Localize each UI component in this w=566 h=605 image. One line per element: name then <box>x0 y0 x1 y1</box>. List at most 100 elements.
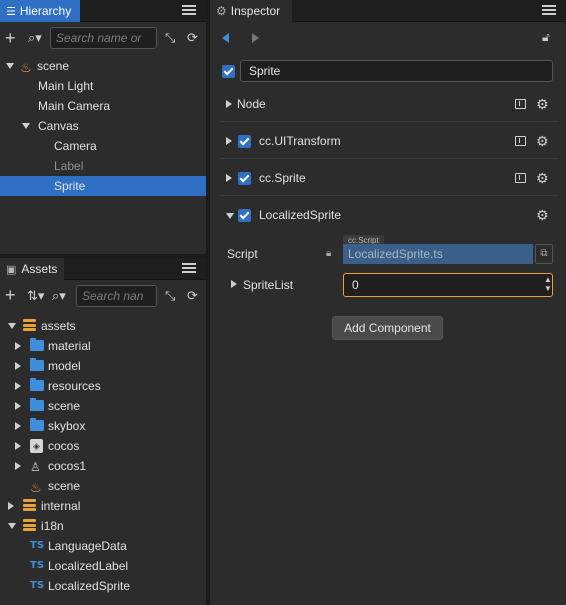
asset-item[interactable]: assets <box>0 316 206 336</box>
help-book-icon[interactable] <box>515 173 526 183</box>
asset-item[interactable]: ◈ cocos <box>0 436 206 456</box>
chevron-right-icon[interactable] <box>15 422 21 430</box>
hierarchy-tree: ♨ scene Main Light Main Camera Canvas Camera L… <box>0 56 206 256</box>
inspector-tab[interactable]: ⚙ Inspector <box>210 0 292 22</box>
component-header[interactable]: LocalizedSprite ⚙ <box>220 197 558 233</box>
hierarchy-node[interactable]: Camera <box>0 136 206 156</box>
inspector-menu-icon[interactable] <box>542 3 556 17</box>
gear-icon[interactable]: ⚙ <box>536 97 549 111</box>
chevron-right-icon[interactable] <box>15 402 21 410</box>
component-enable-checkbox[interactable] <box>238 135 251 148</box>
gear-icon[interactable]: ⚙ <box>536 208 549 222</box>
asset-item[interactable]: material <box>0 336 206 356</box>
chevron-right-icon[interactable] <box>226 137 232 145</box>
component-title: Node <box>237 97 266 111</box>
component-title: LocalizedSprite <box>259 208 342 222</box>
chevron-right-icon[interactable] <box>15 362 21 370</box>
chevron-down-icon[interactable] <box>6 63 14 69</box>
asset-item[interactable]: i18n <box>0 516 206 536</box>
add-icon[interactable]: + <box>5 29 16 47</box>
chevron-right-icon[interactable] <box>226 100 232 108</box>
chevron-down-icon[interactable] <box>8 323 16 329</box>
hierarchy-node[interactable]: Main Camera <box>0 96 206 116</box>
search-icon[interactable]: ⌕▾ <box>28 30 42 46</box>
chevron-right-icon[interactable] <box>15 382 21 390</box>
hierarchy-menu-icon[interactable] <box>182 3 196 17</box>
help-book-icon[interactable] <box>515 136 526 146</box>
chevron-down-icon[interactable] <box>22 123 30 129</box>
asset-item-label: LanguageData <box>48 539 127 553</box>
database-icon <box>23 519 36 533</box>
asset-item[interactable]: ♙ cocos1 <box>0 456 206 476</box>
node-name-input[interactable]: Sprite <box>240 60 553 82</box>
chevron-right-icon[interactable] <box>226 174 232 182</box>
spritelist-expand-icon[interactable] <box>231 280 237 288</box>
asset-item[interactable]: model <box>0 356 206 376</box>
chevron-right-icon[interactable] <box>15 462 21 470</box>
asset-item[interactable]: scene <box>0 396 206 416</box>
gear-icon[interactable]: ⚙ <box>536 171 549 185</box>
asset-item[interactable]: TS LocalizedSprite <box>0 576 206 596</box>
node-active-checkbox[interactable] <box>222 65 235 78</box>
asset-item-label: scene <box>48 399 81 413</box>
component-header[interactable]: Node ⚙ <box>220 86 558 122</box>
script-field[interactable]: LocalizedSprite.ts <box>343 244 533 264</box>
folder-icon <box>30 418 44 431</box>
chevron-right-icon[interactable] <box>15 342 21 350</box>
component-header[interactable]: cc.Sprite ⚙ <box>220 160 558 196</box>
asset-item-label: internal <box>41 499 81 513</box>
asset-item[interactable]: TS LanguageData <box>0 536 206 556</box>
back-arrow-icon[interactable] <box>222 33 229 43</box>
inspector-tab-label: Inspector <box>230 4 281 18</box>
component-enable-checkbox[interactable] <box>238 209 251 222</box>
chevron-right-icon[interactable] <box>15 442 21 450</box>
hierarchy-node-label: Main Camera <box>38 99 111 113</box>
forward-arrow-icon[interactable] <box>252 33 259 43</box>
hierarchy-node[interactable]: Main Light <box>0 76 206 96</box>
refresh-icon[interactable]: ⟳ <box>187 288 198 304</box>
hierarchy-node[interactable]: Canvas <box>0 116 206 136</box>
asset-item[interactable]: skybox <box>0 416 206 436</box>
asset-item[interactable]: ♨ scene <box>0 476 206 496</box>
hierarchy-node[interactable]: Sprite <box>0 176 206 196</box>
hierarchy-node[interactable]: ♨ scene <box>0 56 206 76</box>
gear-icon[interactable]: ⚙ <box>536 134 549 148</box>
search-icon[interactable]: ⌕▾ <box>52 288 66 304</box>
asset-item-label: cocos1 <box>48 459 87 473</box>
hierarchy-node-label: Camera <box>54 139 97 153</box>
assets-menu-icon[interactable] <box>182 261 196 275</box>
add-icon[interactable]: + <box>5 286 16 304</box>
assets-tabbar: ▣ Assets <box>0 258 206 280</box>
stepper-icon[interactable]: ▲ ▼ <box>544 275 552 293</box>
unlock-icon[interactable]: 🔓︎ <box>542 30 550 45</box>
database-icon <box>23 319 36 333</box>
add-component-button[interactable]: Add Component <box>332 316 443 340</box>
hierarchy-tabbar: ☰ Hierarchy <box>0 0 206 22</box>
refresh-icon[interactable]: ⟳ <box>187 30 198 46</box>
spritelist-count-input[interactable]: 0 <box>343 273 553 297</box>
inspector-panel: ⚙ Inspector 🔓︎ Sprite Node ⚙ cc.UITransfor… <box>210 0 566 605</box>
script-locate-icon[interactable]: ⧉ <box>535 244 553 264</box>
hierarchy-node[interactable]: Label <box>0 156 206 176</box>
collapse-icon[interactable]: ⤡ <box>165 288 175 304</box>
asset-item[interactable]: internal <box>0 496 206 516</box>
assets-search-input[interactable]: Search nan <box>76 285 157 307</box>
collapse-icon[interactable]: ⤡ <box>165 30 175 46</box>
component-header[interactable]: cc.UITransform ⚙ <box>220 123 558 159</box>
hierarchy-toolbar: + ⌕▾ Search name or ⤡ ⟳ <box>0 23 206 53</box>
assets-tree: assets material model resources scene skybox ◈… <box>0 316 206 605</box>
asset-item[interactable]: resources <box>0 376 206 396</box>
chevron-right-icon[interactable] <box>8 502 14 510</box>
hierarchy-panel: ☰ Hierarchy + ⌕▾ Search name or ⤡ ⟳ ♨ sce… <box>0 0 206 254</box>
component-enable-checkbox[interactable] <box>238 172 251 185</box>
hierarchy-tab-label: Hierarchy <box>19 4 72 18</box>
help-book-icon[interactable] <box>515 99 526 109</box>
hierarchy-tab[interactable]: ☰ Hierarchy <box>0 0 80 22</box>
assets-tab[interactable]: ▣ Assets <box>0 258 64 280</box>
asset-item[interactable]: TS LocalizedLabel <box>0 556 206 576</box>
chevron-down-icon[interactable] <box>8 523 16 529</box>
prefab-icon: ◈ <box>30 439 43 453</box>
sort-icon[interactable]: ⇅▾ <box>27 288 44 304</box>
chevron-down-icon[interactable] <box>226 213 234 219</box>
hierarchy-search-input[interactable]: Search name or <box>50 27 157 49</box>
